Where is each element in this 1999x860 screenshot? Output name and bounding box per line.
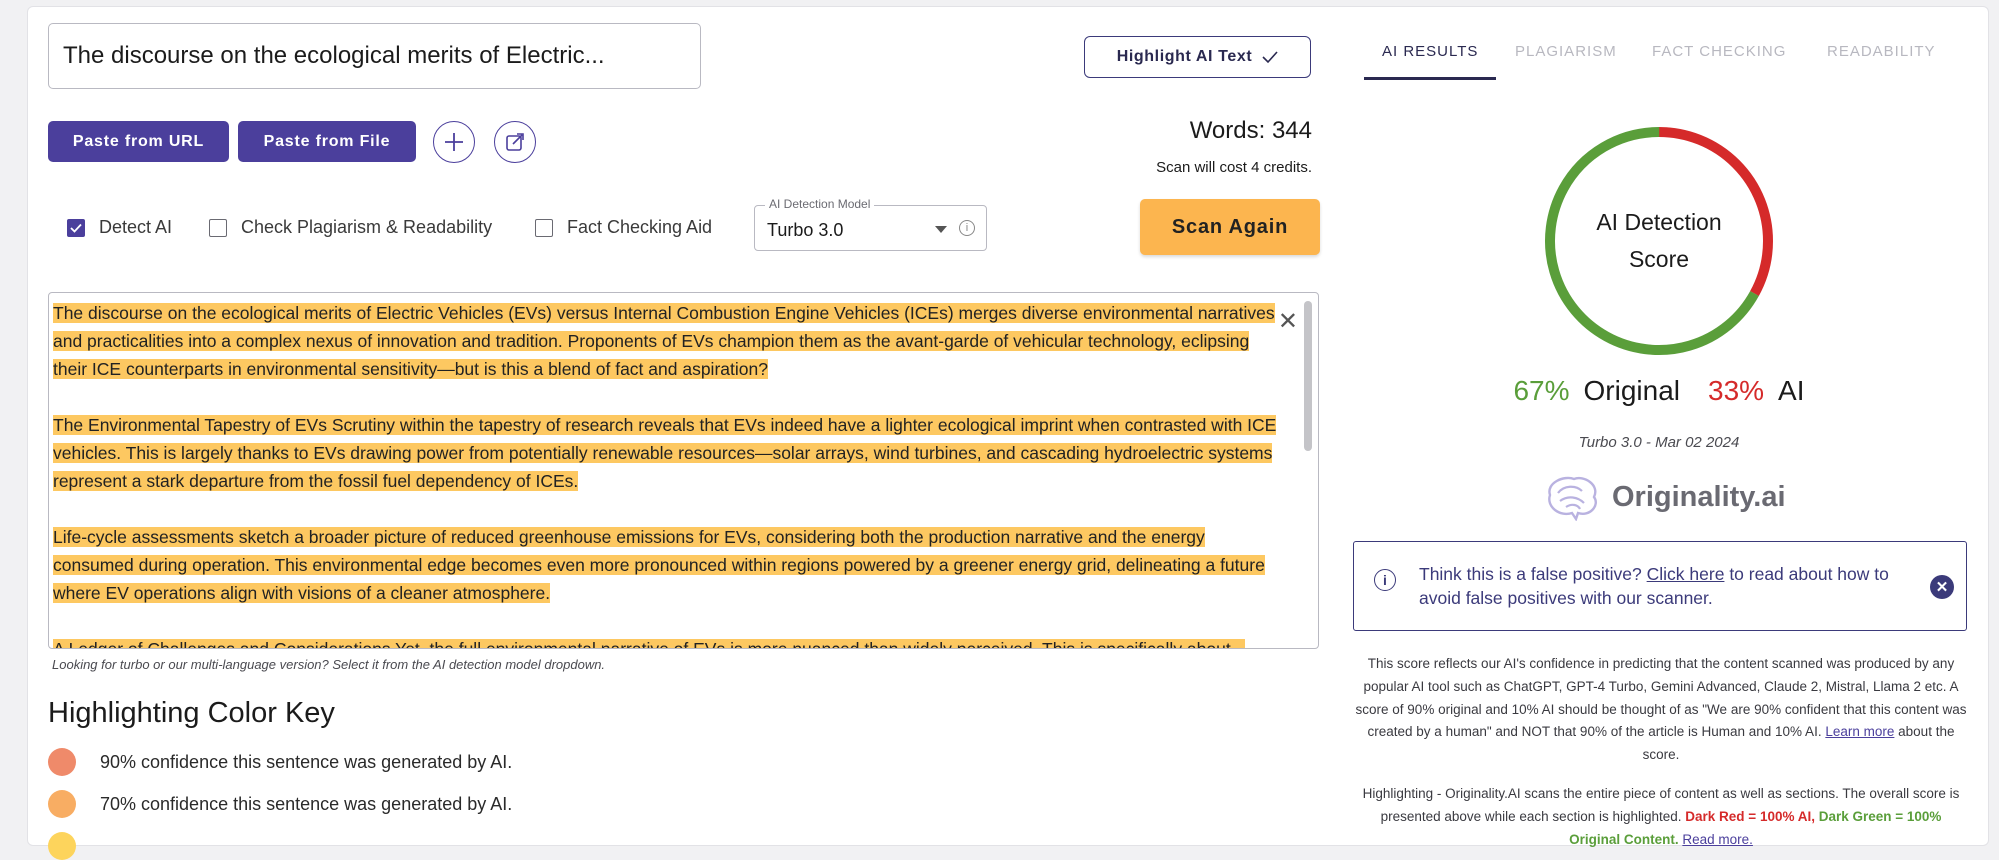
content-textarea[interactable]: The discourse on the ecological merits o… [48,292,1319,649]
plagiarism-label: Check Plagiarism & Readability [241,217,493,237]
share-icon [506,133,524,151]
fp-click-here-link[interactable]: Click here [1647,564,1725,584]
highlighting-explanation: Highlighting - Originality.AI scans the … [1355,783,1967,851]
learn-more-link[interactable]: Learn more [1825,724,1894,739]
brand-name: Originality.ai [1612,480,1786,513]
score-explanation: This score reflects our AI's confidence … [1355,653,1967,767]
model-select-legend: AI Detection Model [765,197,875,211]
share-button[interactable] [494,121,536,163]
color-key-row: 90% confidence this sentence was generat… [48,748,512,776]
false-positive-notice: i Think this is a false positive? Click … [1353,541,1967,631]
paste-from-file-button[interactable]: Paste from File [238,121,416,162]
brain-icon [1548,476,1597,521]
color-key-row: 70% confidence this sentence was generat… [48,790,512,818]
fact-checking-checkbox[interactable] [535,218,553,237]
content-paragraph: The discourse on the ecological merits o… [53,303,1275,379]
color-dot [48,790,76,818]
content-paragraph: Life-cycle assessments sketch a broader … [53,527,1265,603]
tab-readability[interactable]: READABILITY [1827,43,1936,60]
donut-label: AI Detection Score [1543,204,1775,278]
content-paragraph: A Ledger of Challenges and Consideration… [53,635,1282,648]
ai-label: AI [1778,375,1805,406]
info-icon: i [1374,569,1396,591]
tab-plagiarism[interactable]: PLAGIARISM [1515,43,1617,60]
check-icon [1262,51,1278,64]
detect-ai-option[interactable]: Detect AI [67,217,172,238]
scan-again-button[interactable]: Scan Again [1140,199,1320,255]
model-date: Turbo 3.0 - Mar 02 2024 [1578,434,1740,451]
plus-icon [445,133,463,151]
dark-red-label: Dark Red = 100% AI, [1685,808,1815,824]
plagiarism-checkbox[interactable] [209,218,227,237]
color-key-label: 70% confidence this sentence was generat… [100,793,513,814]
score-summary: 67% Original 33% AI [1513,375,1805,407]
detect-ai-label: Detect AI [99,217,173,237]
tab-fact-checking[interactable]: FACT CHECKING [1652,43,1786,60]
detect-ai-checkbox[interactable] [67,218,85,237]
color-key-row [48,832,76,860]
fp-prefix: Think this is a false positive? [1419,564,1642,584]
scrollbar[interactable] [1304,301,1312,451]
brand-logo: Originality.ai [1542,473,1786,521]
fact-checking-label: Fact Checking Aid [567,217,713,237]
check-icon [70,223,82,233]
color-key-title: Highlighting Color Key [48,697,335,729]
info-icon[interactable]: i [959,220,975,236]
model-select-value: Turbo 3.0 [767,220,844,240]
close-icon[interactable]: ✕ [1278,307,1298,336]
donut-label-line2: Score [1628,246,1690,272]
tab-ai-results[interactable]: AI RESULTS [1382,43,1478,60]
add-button[interactable] [433,121,475,163]
model-hint: Looking for turbo or our multi-language … [52,657,606,672]
content-paragraph: The Environmental Tapestry of EVs Scruti… [53,415,1277,491]
highlight-ai-text-label: Highlight AI Text [1116,48,1253,65]
color-dot [48,832,76,860]
ai-detection-model-select[interactable]: AI Detection Model Turbo 3.0 i [754,197,987,251]
donut-label-line1: AI Detection [1596,209,1722,235]
app-window: The discourse on the ecological merits o… [27,6,1989,860]
title-input[interactable]: The discourse on the ecological merits o… [48,23,701,89]
ai-percent: 33% [1708,375,1765,406]
color-dot [48,748,76,776]
plagiarism-option[interactable]: Check Plagiarism & Readability [209,217,492,238]
original-percent: 67% [1513,375,1570,406]
original-label: Original [1583,375,1680,406]
word-count: Words: 344 [1189,117,1312,144]
false-positive-text: Think this is a false positive? Click he… [1419,562,1909,610]
fact-checking-option[interactable]: Fact Checking Aid [535,217,712,238]
read-more-link[interactable]: Read more. [1682,832,1753,847]
close-notice-icon[interactable]: ✕ [1930,575,1954,599]
scan-cost: Scan will cost 4 credits. [1156,159,1312,176]
active-tab-indicator [1364,77,1496,80]
paste-from-url-button[interactable]: Paste from URL [48,121,229,162]
highlight-ai-text-button[interactable]: Highlight AI Text [1084,36,1311,78]
color-key-label: 90% confidence this sentence was generat… [100,751,513,772]
caret-down-icon [935,226,947,233]
